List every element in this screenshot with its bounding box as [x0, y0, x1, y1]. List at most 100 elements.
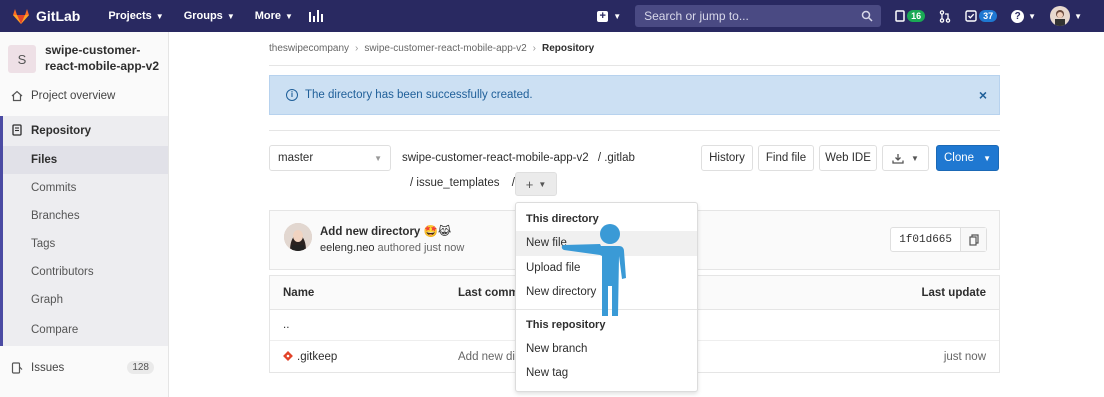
sidebar-item-project-overview[interactable]: Project overview	[0, 82, 168, 110]
nav-groups-label: Groups	[183, 10, 223, 22]
breadcrumb-separator-icon: ›	[532, 43, 537, 54]
todo-check-icon	[965, 10, 977, 22]
sidebar-item-label: Repository	[31, 125, 92, 137]
sidebar-item-graph[interactable]: Graph	[3, 286, 168, 314]
branch-selector[interactable]: master ▼	[269, 145, 391, 171]
chevron-down-icon: ▼	[374, 154, 382, 163]
commit-sha[interactable]: 1f01d665	[891, 234, 960, 246]
help-dropdown[interactable]: ? ▼	[1011, 9, 1037, 23]
file-last-update: just now	[943, 350, 986, 363]
top-navbar: GitLab Projects ▼ Groups ▼ More ▼ + ▼ Searc…	[0, 0, 1104, 32]
web-ide-button-label: Web IDE	[825, 152, 871, 164]
issues-icon	[11, 362, 23, 374]
menu-item-new-branch[interactable]: New branch	[516, 337, 697, 362]
sidebar-item-label: Branches	[31, 210, 80, 222]
avatar	[1050, 6, 1071, 26]
commit-meta: eeleng.neo authored just now	[320, 242, 464, 254]
branch-name: master	[278, 152, 314, 164]
breadcrumb: theswipecompany › swipe-customer-react-m…	[269, 32, 1000, 66]
sidebar-item-label: Tags	[31, 238, 56, 250]
web-ide-button[interactable]: Web IDE	[819, 145, 877, 171]
sidebar-item-label: Issues	[31, 362, 65, 374]
search-input[interactable]: Search or jump to...	[635, 5, 882, 27]
project-header[interactable]: S swipe-customer-react-mobile-app-v2	[0, 32, 168, 76]
project-avatar: S	[8, 45, 36, 73]
copy-sha-button[interactable]	[960, 228, 986, 251]
sidebar-item-files[interactable]: Files	[3, 146, 168, 174]
file-name[interactable]: ..	[283, 319, 289, 331]
commit-title[interactable]: Add new directory 🤩😹	[320, 224, 451, 238]
file-name[interactable]: .gitkeep	[297, 351, 337, 363]
commit-sha-group: 1f01d665	[890, 227, 987, 252]
path-issue-templates-link[interactable]: / issue_templates	[410, 177, 500, 189]
issues-nav[interactable]: 16	[895, 10, 926, 22]
clone-button[interactable]: Clone ▼	[936, 145, 999, 171]
nav-more-label: More	[254, 10, 282, 22]
issues-count-badge: 128	[127, 361, 154, 374]
menu-item-new-tag[interactable]: New tag	[516, 361, 697, 386]
breadcrumb-group[interactable]: theswipecompany	[269, 43, 349, 54]
chevron-down-icon: ▼	[1074, 11, 1082, 21]
chevron-down-icon: ▼	[538, 179, 547, 189]
gitlab-tanuki-icon	[13, 8, 29, 24]
sidebar-item-contributors[interactable]: Contributors	[3, 258, 168, 286]
add-to-tree-button[interactable]: + ▼	[515, 172, 557, 196]
clone-button-label: Clone	[944, 152, 975, 164]
gitlab-logo[interactable]: GitLab	[12, 8, 80, 25]
column-header-last-update: Last update	[921, 286, 986, 299]
tree-controls: master ▼ swipe-customer-react-mobile-app…	[269, 130, 1000, 190]
sidebar-item-label: Commits	[31, 182, 77, 194]
chevron-down-icon: ▼	[226, 11, 235, 21]
nav-more[interactable]: More ▼	[255, 10, 293, 22]
new-item-dropdown[interactable]: + ▼	[597, 10, 622, 22]
chevron-down-icon: ▼	[1028, 11, 1037, 21]
info-icon: i	[286, 89, 298, 101]
main-content: theswipecompany › swipe-customer-react-m…	[269, 32, 1000, 373]
path-root-link[interactable]: swipe-customer-react-mobile-app-v2	[402, 152, 589, 164]
find-file-button[interactable]: Find file	[758, 145, 814, 171]
copy-icon	[968, 233, 979, 246]
nav-projects[interactable]: Projects ▼	[108, 10, 163, 22]
repo-path-line2: / issue_templates /	[410, 177, 515, 189]
sidebar-item-issues[interactable]: Issues 128	[0, 354, 168, 382]
chevron-down-icon: ▼	[983, 153, 991, 163]
file-name-cell: .gitkeep	[283, 351, 337, 363]
search-icon	[861, 10, 873, 22]
sidebar-item-commits[interactable]: Commits	[3, 174, 168, 202]
breadcrumb-project[interactable]: swipe-customer-react-mobile-app-v2	[364, 43, 526, 54]
sidebar-item-compare[interactable]: Compare	[3, 314, 168, 346]
breadcrumb-current[interactable]: Repository	[542, 43, 594, 54]
activity-chart-icon[interactable]	[308, 10, 323, 22]
commit-time: authored just now	[374, 242, 465, 254]
download-icon	[892, 153, 904, 164]
sidebar-item-branches[interactable]: Branches	[3, 202, 168, 230]
plus-icon: +	[525, 176, 534, 192]
brand-name: GitLab	[36, 8, 81, 24]
avatar[interactable]	[284, 223, 312, 251]
todos-nav[interactable]: 37	[965, 10, 998, 22]
path-gitlab-link[interactable]: / .gitlab	[598, 152, 635, 164]
plus-icon: +	[597, 10, 609, 22]
sidebar-item-repository[interactable]: Repository	[3, 116, 168, 146]
sidebar-item-label: Graph	[31, 294, 63, 306]
pointing-person-icon	[561, 224, 626, 316]
nav-groups[interactable]: Groups ▼	[184, 10, 235, 22]
download-button[interactable]: ▼	[882, 145, 929, 171]
flash-notice: i The directory has been successfully cr…	[269, 75, 1000, 115]
issues-count-badge: 16	[907, 10, 926, 22]
user-menu[interactable]: ▼	[1050, 6, 1082, 26]
git-file-icon	[283, 350, 293, 361]
chevron-down-icon: ▼	[911, 153, 919, 163]
home-icon	[11, 90, 23, 102]
breadcrumb-separator-icon: ›	[355, 43, 359, 54]
history-button-label: History	[709, 152, 745, 164]
sidebar-item-tags[interactable]: Tags	[3, 230, 168, 258]
commit-author[interactable]: eeleng.neo	[320, 242, 374, 254]
close-icon[interactable]: ×	[979, 87, 987, 103]
find-file-button-label: Find file	[765, 152, 807, 164]
chevron-down-icon: ▼	[613, 11, 622, 21]
repo-path: swipe-customer-react-mobile-app-v2 / .gi…	[402, 152, 635, 164]
merge-requests-nav[interactable]	[939, 9, 951, 23]
history-button[interactable]: History	[701, 145, 753, 171]
search-placeholder: Search or jump to...	[644, 9, 749, 23]
